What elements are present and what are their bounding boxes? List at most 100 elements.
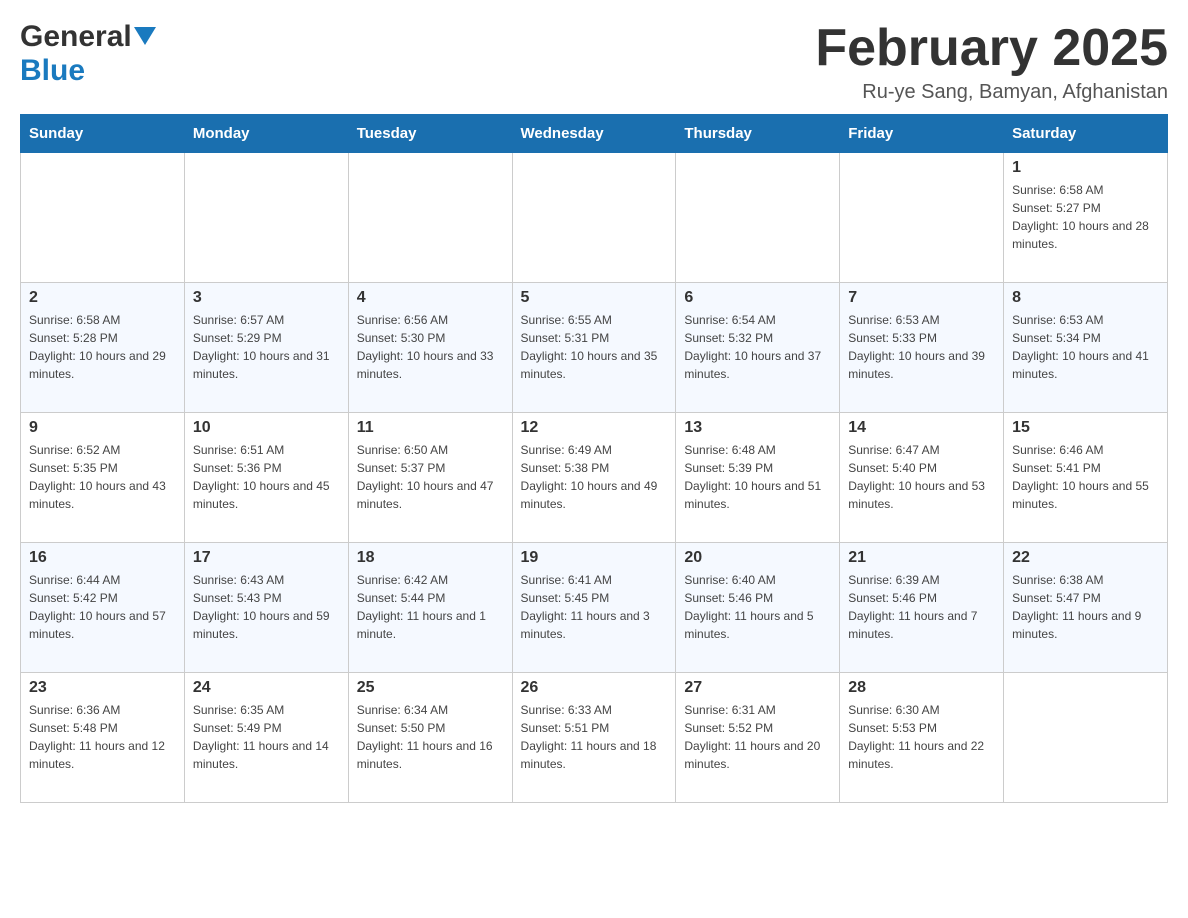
calendar-cell: 2 Sunrise: 6:58 AMSunset: 5:28 PMDaylight… xyxy=(21,283,185,413)
day-number: 26 xyxy=(521,679,668,697)
day-number: 12 xyxy=(521,419,668,437)
day-info: Sunrise: 6:41 AMSunset: 5:45 PMDaylight:… xyxy=(521,571,668,643)
calendar-cell: 9 Sunrise: 6:52 AMSunset: 5:35 PMDaylight… xyxy=(21,413,185,543)
day-info: Sunrise: 6:35 AMSunset: 5:49 PMDaylight:… xyxy=(193,701,340,773)
logo-general: General xyxy=(20,20,132,54)
calendar-subtitle: Ru-ye Sang, Bamyan, Afghanistan xyxy=(815,81,1168,104)
calendar-cell: 23Sunrise: 6:36 AMSunset: 5:48 PMDayligh… xyxy=(21,673,185,803)
header-friday: Friday xyxy=(840,115,1004,153)
header-monday: Monday xyxy=(184,115,348,153)
day-number: 21 xyxy=(848,549,995,567)
title-block: February 2025 Ru-ye Sang, Bamyan, Afghan… xyxy=(815,20,1168,104)
calendar-cell: 6 Sunrise: 6:54 AMSunset: 5:32 PMDaylight… xyxy=(676,283,840,413)
calendar-cell xyxy=(1004,673,1168,803)
day-info: Sunrise: 6:56 AMSunset: 5:30 PMDaylight:… xyxy=(357,311,504,383)
calendar-cell: 5Sunrise: 6:55 AMSunset: 5:31 PMDaylight… xyxy=(512,283,676,413)
day-info: Sunrise: 6:44 AMSunset: 5:42 PMDaylight:… xyxy=(29,571,176,643)
calendar-cell: 25 Sunrise: 6:34 AMSunset: 5:50 PMDayligh… xyxy=(348,673,512,803)
day-info: Sunrise: 6:58 AMSunset: 5:27 PMDaylight:… xyxy=(1012,181,1159,253)
day-info: Sunrise: 6:54 AMSunset: 5:32 PMDaylight:… xyxy=(684,311,831,383)
calendar-title: February 2025 xyxy=(815,20,1168,77)
calendar-cell xyxy=(21,153,185,283)
day-info: Sunrise: 6:39 AMSunset: 5:46 PMDaylight:… xyxy=(848,571,995,643)
logo-triangle-icon xyxy=(134,27,156,49)
week-row-4: 16Sunrise: 6:44 AMSunset: 5:42 PMDayligh… xyxy=(21,543,1168,673)
calendar-cell: 13 Sunrise: 6:48 AMSunset: 5:39 PMDayligh… xyxy=(676,413,840,543)
day-info: Sunrise: 6:33 AMSunset: 5:51 PMDaylight:… xyxy=(521,701,668,773)
calendar-cell: 22 Sunrise: 6:38 AMSunset: 5:47 PMDayligh… xyxy=(1004,543,1168,673)
week-row-3: 9 Sunrise: 6:52 AMSunset: 5:35 PMDaylight… xyxy=(21,413,1168,543)
day-number: 25 xyxy=(357,679,504,697)
day-number: 17 xyxy=(193,549,340,567)
calendar-cell: 24 Sunrise: 6:35 AMSunset: 5:49 PMDayligh… xyxy=(184,673,348,803)
day-info: Sunrise: 6:52 AMSunset: 5:35 PMDaylight:… xyxy=(29,441,176,513)
logo: General Blue xyxy=(20,20,156,88)
calendar-cell xyxy=(512,153,676,283)
calendar-cell xyxy=(676,153,840,283)
day-number: 28 xyxy=(848,679,995,697)
calendar-cell: 14 Sunrise: 6:47 AMSunset: 5:40 PMDayligh… xyxy=(840,413,1004,543)
day-number: 23 xyxy=(29,679,176,697)
day-info: Sunrise: 6:34 AMSunset: 5:50 PMDaylight:… xyxy=(357,701,504,773)
day-number: 2 xyxy=(29,289,176,307)
calendar-cell: 19Sunrise: 6:41 AMSunset: 5:45 PMDayligh… xyxy=(512,543,676,673)
day-info: Sunrise: 6:50 AMSunset: 5:37 PMDaylight:… xyxy=(357,441,504,513)
day-number: 3 xyxy=(193,289,340,307)
calendar-cell: 12Sunrise: 6:49 AMSunset: 5:38 PMDayligh… xyxy=(512,413,676,543)
day-info: Sunrise: 6:38 AMSunset: 5:47 PMDaylight:… xyxy=(1012,571,1159,643)
week-row-2: 2 Sunrise: 6:58 AMSunset: 5:28 PMDaylight… xyxy=(21,283,1168,413)
header-thursday: Thursday xyxy=(676,115,840,153)
header-tuesday: Tuesday xyxy=(348,115,512,153)
day-number: 6 xyxy=(684,289,831,307)
day-number: 9 xyxy=(29,419,176,437)
calendar-cell: 3 Sunrise: 6:57 AMSunset: 5:29 PMDaylight… xyxy=(184,283,348,413)
day-info: Sunrise: 6:57 AMSunset: 5:29 PMDaylight:… xyxy=(193,311,340,383)
calendar-cell: 20Sunrise: 6:40 AMSunset: 5:46 PMDayligh… xyxy=(676,543,840,673)
day-info: Sunrise: 6:53 AMSunset: 5:33 PMDaylight:… xyxy=(848,311,995,383)
calendar-header-row: SundayMondayTuesdayWednesdayThursdayFrid… xyxy=(21,115,1168,153)
calendar-cell: 16Sunrise: 6:44 AMSunset: 5:42 PMDayligh… xyxy=(21,543,185,673)
calendar-cell: 27Sunrise: 6:31 AMSunset: 5:52 PMDayligh… xyxy=(676,673,840,803)
day-info: Sunrise: 6:53 AMSunset: 5:34 PMDaylight:… xyxy=(1012,311,1159,383)
day-info: Sunrise: 6:30 AMSunset: 5:53 PMDaylight:… xyxy=(848,701,995,773)
week-row-5: 23Sunrise: 6:36 AMSunset: 5:48 PMDayligh… xyxy=(21,673,1168,803)
day-number: 18 xyxy=(357,549,504,567)
day-info: Sunrise: 6:46 AMSunset: 5:41 PMDaylight:… xyxy=(1012,441,1159,513)
calendar-cell: 17Sunrise: 6:43 AMSunset: 5:43 PMDayligh… xyxy=(184,543,348,673)
day-number: 22 xyxy=(1012,549,1159,567)
day-number: 7 xyxy=(848,289,995,307)
day-number: 10 xyxy=(193,419,340,437)
calendar-cell: 21 Sunrise: 6:39 AMSunset: 5:46 PMDayligh… xyxy=(840,543,1004,673)
day-info: Sunrise: 6:47 AMSunset: 5:40 PMDaylight:… xyxy=(848,441,995,513)
day-number: 24 xyxy=(193,679,340,697)
calendar-table: SundayMondayTuesdayWednesdayThursdayFrid… xyxy=(20,114,1168,803)
calendar-cell: 15 Sunrise: 6:46 AMSunset: 5:41 PMDayligh… xyxy=(1004,413,1168,543)
logo-blue: Blue xyxy=(20,54,85,88)
calendar-cell: 26 Sunrise: 6:33 AMSunset: 5:51 PMDayligh… xyxy=(512,673,676,803)
day-info: Sunrise: 6:48 AMSunset: 5:39 PMDaylight:… xyxy=(684,441,831,513)
day-number: 11 xyxy=(357,419,504,437)
day-info: Sunrise: 6:51 AMSunset: 5:36 PMDaylight:… xyxy=(193,441,340,513)
calendar-cell: 18 Sunrise: 6:42 AMSunset: 5:44 PMDayligh… xyxy=(348,543,512,673)
day-number: 8 xyxy=(1012,289,1159,307)
day-number: 1 xyxy=(1012,159,1159,177)
calendar-cell: 11 Sunrise: 6:50 AMSunset: 5:37 PMDayligh… xyxy=(348,413,512,543)
day-number: 14 xyxy=(848,419,995,437)
week-row-1: 1 Sunrise: 6:58 AMSunset: 5:27 PMDaylight… xyxy=(21,153,1168,283)
day-number: 15 xyxy=(1012,419,1159,437)
day-info: Sunrise: 6:42 AMSunset: 5:44 PMDaylight:… xyxy=(357,571,504,643)
calendar-cell xyxy=(184,153,348,283)
day-info: Sunrise: 6:58 AMSunset: 5:28 PMDaylight:… xyxy=(29,311,176,383)
calendar-cell: 8 Sunrise: 6:53 AMSunset: 5:34 PMDaylight… xyxy=(1004,283,1168,413)
page-header: General Blue February 2025 Ru-ye Sang, B… xyxy=(20,20,1168,104)
calendar-cell xyxy=(840,153,1004,283)
day-number: 13 xyxy=(684,419,831,437)
calendar-cell: 4Sunrise: 6:56 AMSunset: 5:30 PMDaylight… xyxy=(348,283,512,413)
header-wednesday: Wednesday xyxy=(512,115,676,153)
day-info: Sunrise: 6:31 AMSunset: 5:52 PMDaylight:… xyxy=(684,701,831,773)
calendar-cell xyxy=(348,153,512,283)
day-info: Sunrise: 6:40 AMSunset: 5:46 PMDaylight:… xyxy=(684,571,831,643)
day-info: Sunrise: 6:55 AMSunset: 5:31 PMDaylight:… xyxy=(521,311,668,383)
header-sunday: Sunday xyxy=(21,115,185,153)
calendar-cell: 28 Sunrise: 6:30 AMSunset: 5:53 PMDayligh… xyxy=(840,673,1004,803)
